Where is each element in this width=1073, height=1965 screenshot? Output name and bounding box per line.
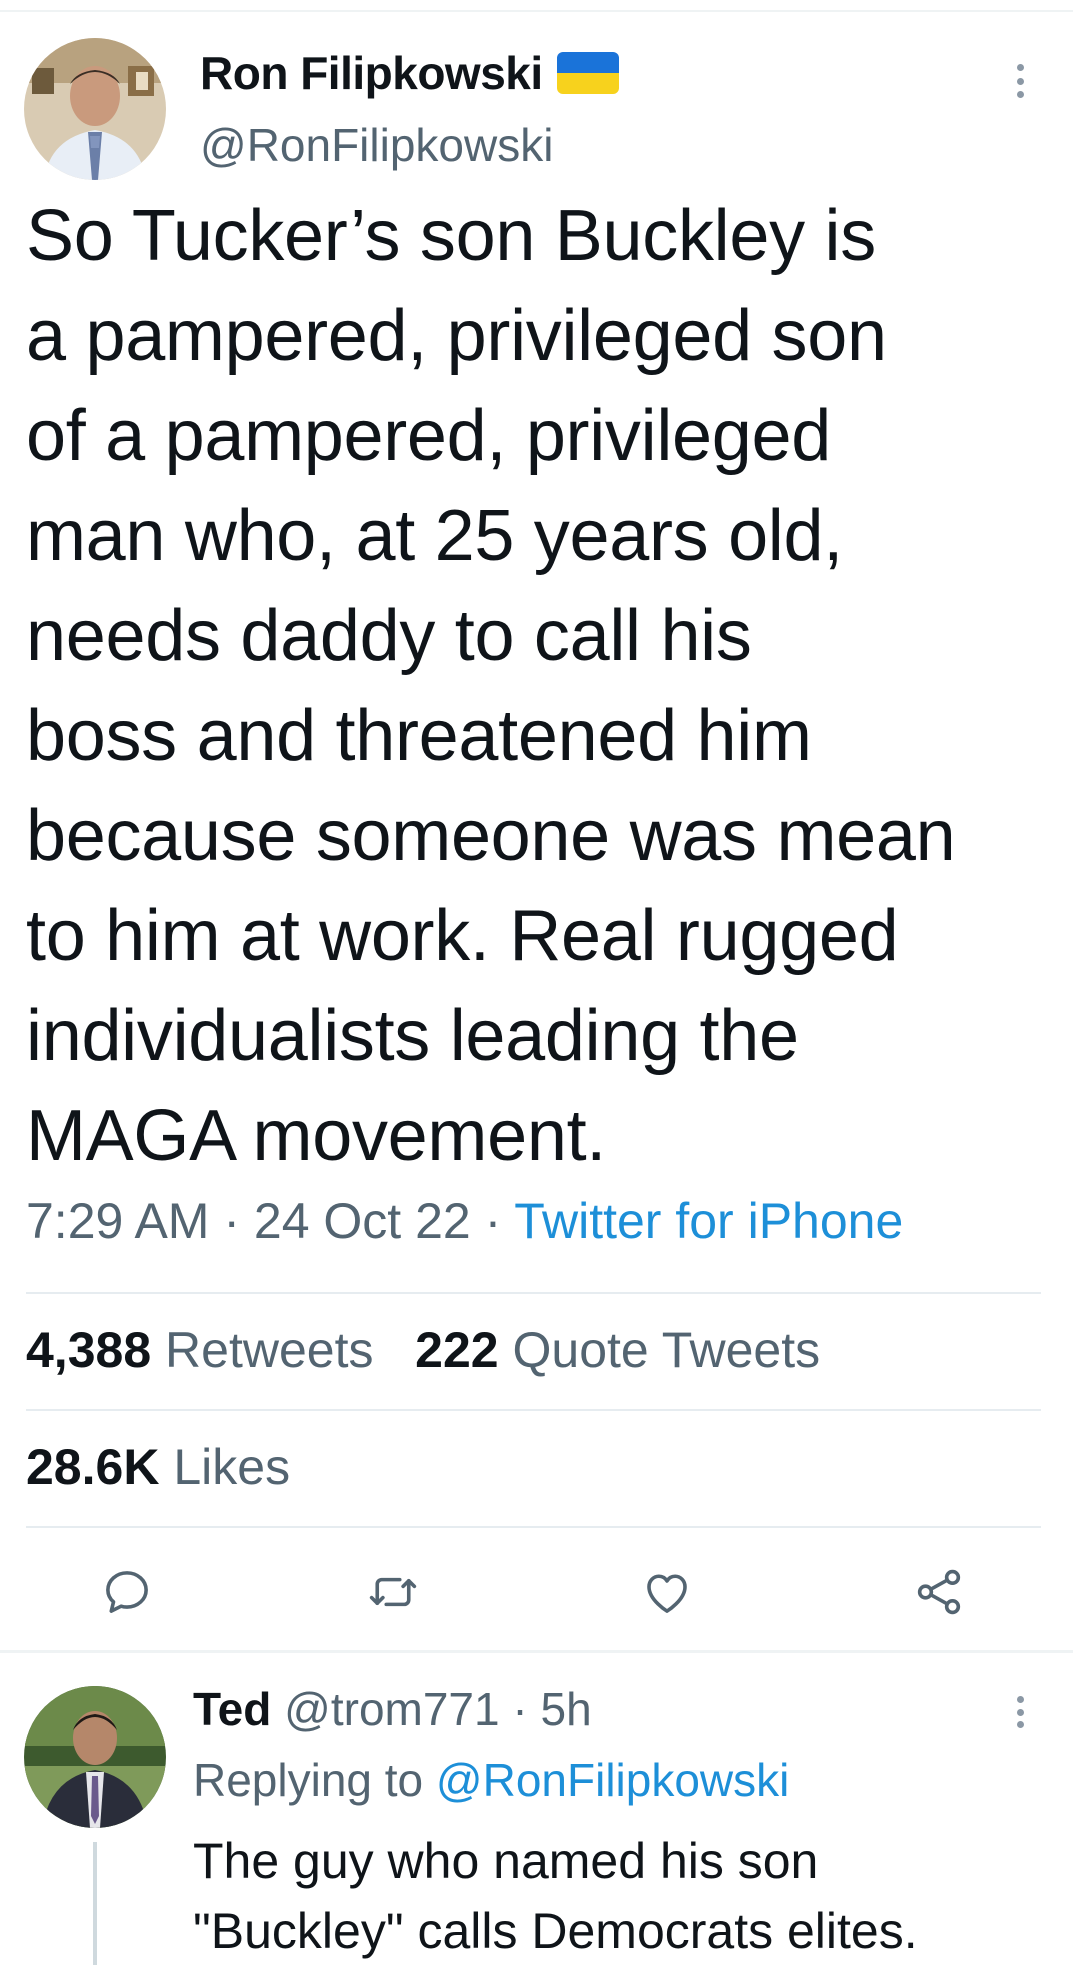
- tweet-source-link[interactable]: Twitter for iPhone: [514, 1193, 903, 1249]
- quotes-stat[interactable]: 222 Quote Tweets: [415, 1322, 820, 1378]
- author-handle[interactable]: @RonFilipkowski: [200, 118, 553, 172]
- likes-stat[interactable]: 28.6K Likes: [26, 1438, 290, 1496]
- divider: [26, 1526, 1041, 1528]
- reply-author-name[interactable]: Ted: [193, 1683, 271, 1735]
- author-avatar-image: [24, 38, 166, 180]
- reply-time[interactable]: 5h: [541, 1683, 592, 1735]
- tweet-meta: 7:29 AM · 24 Oct 22 · Twitter for iPhone: [26, 1192, 903, 1250]
- quotes-count: 222: [415, 1322, 499, 1378]
- retweets-count: 4,388: [26, 1322, 152, 1378]
- retweet-button[interactable]: [366, 1565, 420, 1619]
- author-name[interactable]: Ron Filipkowski: [200, 46, 619, 100]
- share-icon: [917, 1569, 961, 1615]
- likes-label: Likes: [173, 1439, 291, 1495]
- meta-separator: ·: [209, 1193, 254, 1249]
- reply-button[interactable]: [100, 1565, 154, 1619]
- likes-count: 28.6K: [26, 1439, 160, 1495]
- top-divider: [0, 10, 1073, 12]
- engagement-stats: 4,388 Retweets 222 Quote Tweets: [26, 1321, 820, 1379]
- reply-author-handle[interactable]: @trom771: [284, 1683, 499, 1735]
- share-button[interactable]: [912, 1565, 966, 1619]
- replying-to-mention[interactable]: @RonFilipkowski: [436, 1754, 789, 1806]
- reply-author-avatar[interactable]: [24, 1686, 166, 1828]
- more-options-icon[interactable]: [1005, 58, 1035, 104]
- replying-to: Replying to @RonFilipkowski: [193, 1753, 789, 1807]
- divider: [26, 1292, 1041, 1294]
- tweet-time[interactable]: 7:29 AM: [26, 1193, 209, 1249]
- reply-icon: [106, 1571, 148, 1613]
- quotes-label: Quote Tweets: [512, 1322, 821, 1378]
- tweet-text: So Tucker’s son Buckley is a pampered, p…: [26, 196, 956, 1176]
- tweet-date[interactable]: 24 Oct 22: [254, 1193, 471, 1249]
- meta-separator: ·: [470, 1193, 515, 1249]
- author-name-text: Ron Filipkowski: [200, 47, 543, 99]
- reply-header: Ted @trom771 · 5h: [193, 1682, 592, 1736]
- reply-separator: ·: [499, 1683, 541, 1735]
- retweet-icon: [369, 1577, 417, 1607]
- reply-text: The guy who named his son "Buckley" call…: [193, 1833, 918, 1959]
- like-button[interactable]: [640, 1565, 694, 1619]
- divider: [26, 1409, 1041, 1411]
- thread-connector: [93, 1842, 97, 1965]
- author-avatar[interactable]: [24, 38, 166, 180]
- ukraine-flag-icon: [556, 51, 619, 94]
- reply-more-options-icon[interactable]: [1005, 1690, 1035, 1734]
- section-divider: [0, 1650, 1073, 1653]
- retweets-label: Retweets: [165, 1322, 374, 1378]
- reply-avatar-image: [24, 1686, 166, 1828]
- retweets-stat[interactable]: 4,388 Retweets: [26, 1322, 373, 1378]
- like-icon: [647, 1574, 687, 1613]
- replying-prefix: Replying to: [193, 1754, 424, 1806]
